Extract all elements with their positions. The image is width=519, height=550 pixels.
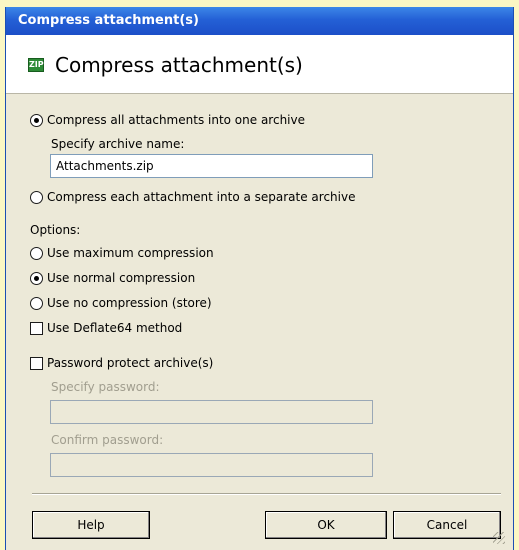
deflate64-label: Use Deflate64 method xyxy=(47,321,183,335)
dialog-header: ZIP Compress attachment(s) xyxy=(6,35,513,94)
button-divider xyxy=(32,493,501,495)
maximum-compression-option[interactable]: Use maximum compression xyxy=(30,246,214,260)
help-button[interactable]: Help xyxy=(32,511,150,539)
compress-dialog: Compress attachment(s) ZIP Compress atta… xyxy=(5,7,514,550)
maximum-compression-label: Use maximum compression xyxy=(47,246,214,260)
one-archive-radio[interactable] xyxy=(30,113,43,127)
password-protect-checkbox[interactable] xyxy=(30,356,43,370)
ok-button[interactable]: OK xyxy=(265,511,387,539)
store-compression-label: Use no compression (store) xyxy=(47,296,212,310)
options-heading: Options: xyxy=(30,223,81,237)
specify-password-label: Specify password: xyxy=(51,380,160,394)
normal-compression-option[interactable]: Use normal compression xyxy=(30,271,195,285)
deflate64-checkbox[interactable] xyxy=(30,321,43,335)
resize-grip-icon[interactable] xyxy=(493,532,505,544)
header-title: Compress attachment(s) xyxy=(55,53,303,77)
cancel-button[interactable]: Cancel xyxy=(393,511,501,539)
password-protect-option[interactable]: Password protect archive(s) xyxy=(30,356,213,370)
separate-archive-radio[interactable] xyxy=(30,190,43,204)
store-compression-radio[interactable] xyxy=(30,296,43,310)
one-archive-label: Compress all attachments into one archiv… xyxy=(47,113,305,127)
deflate64-option[interactable]: Use Deflate64 method xyxy=(30,321,182,335)
store-compression-option[interactable]: Use no compression (store) xyxy=(30,296,212,310)
window-title: Compress attachment(s) xyxy=(18,13,199,28)
archive-name-label: Specify archive name: xyxy=(51,137,185,151)
confirm-password-input[interactable] xyxy=(50,453,373,477)
password-protect-label: Password protect archive(s) xyxy=(47,356,214,370)
confirm-password-label: Confirm password: xyxy=(51,433,164,447)
title-bar[interactable]: Compress attachment(s) xyxy=(6,7,513,35)
separate-archive-option[interactable]: Compress each attachment into a separate… xyxy=(30,190,355,204)
normal-compression-radio[interactable] xyxy=(30,271,43,285)
maximum-compression-radio[interactable] xyxy=(30,246,43,260)
specify-password-input[interactable] xyxy=(50,400,373,424)
one-archive-option[interactable]: Compress all attachments into one archiv… xyxy=(30,113,305,127)
zip-archive-icon: ZIP xyxy=(28,58,44,72)
separate-archive-label: Compress each attachment into a separate… xyxy=(47,190,356,204)
archive-name-input[interactable] xyxy=(50,154,373,178)
normal-compression-label: Use normal compression xyxy=(47,271,196,285)
